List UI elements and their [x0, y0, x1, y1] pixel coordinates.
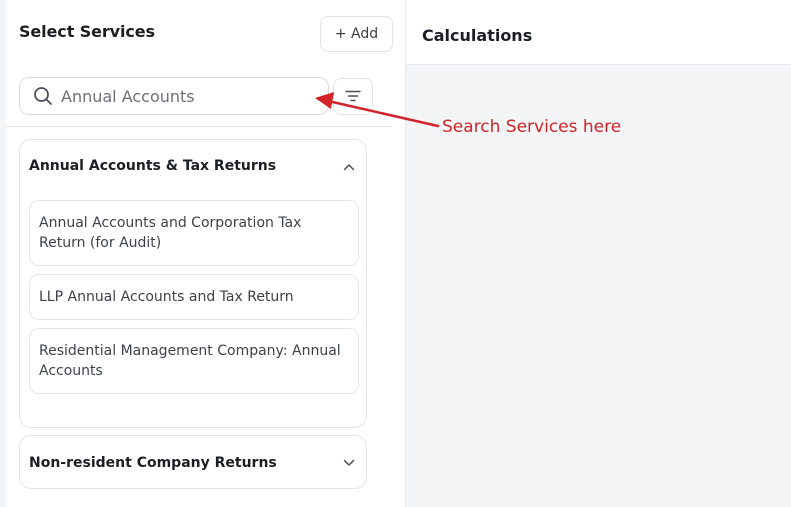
search-icon — [32, 85, 54, 107]
service-item[interactable]: Annual Accounts and Corporation Tax Retu… — [29, 200, 359, 266]
panel-edge — [0, 0, 6, 507]
calculations-panel: Calculations — [406, 0, 791, 507]
search-input[interactable] — [61, 86, 301, 106]
service-group-annual-accounts: Annual Accounts & Tax Returns Annual Acc… — [19, 139, 367, 428]
divider — [6, 126, 392, 127]
filter-icon — [345, 87, 361, 106]
service-group-non-resident[interactable]: Non-resident Company Returns — [19, 435, 367, 489]
service-item[interactable]: LLP Annual Accounts and Tax Return — [29, 274, 359, 320]
annotation-label: Search Services here — [442, 117, 622, 137]
filter-button[interactable] — [333, 78, 373, 115]
chevron-up-icon[interactable] — [342, 160, 356, 174]
services-panel: Select Services + Add Annual Accounts & … — [0, 0, 406, 507]
service-item[interactable]: Residential Management Company: Annual A… — [29, 328, 359, 394]
chevron-down-icon[interactable] — [342, 456, 356, 470]
panel-title: Select Services — [19, 22, 155, 41]
group-header[interactable]: Non-resident Company Returns — [29, 455, 277, 471]
calculations-title: Calculations — [422, 26, 533, 45]
group-header[interactable]: Annual Accounts & Tax Returns — [29, 158, 276, 174]
search-box[interactable] — [19, 77, 329, 115]
add-service-button[interactable]: + Add — [320, 16, 393, 52]
calculations-header: Calculations — [406, 0, 791, 65]
